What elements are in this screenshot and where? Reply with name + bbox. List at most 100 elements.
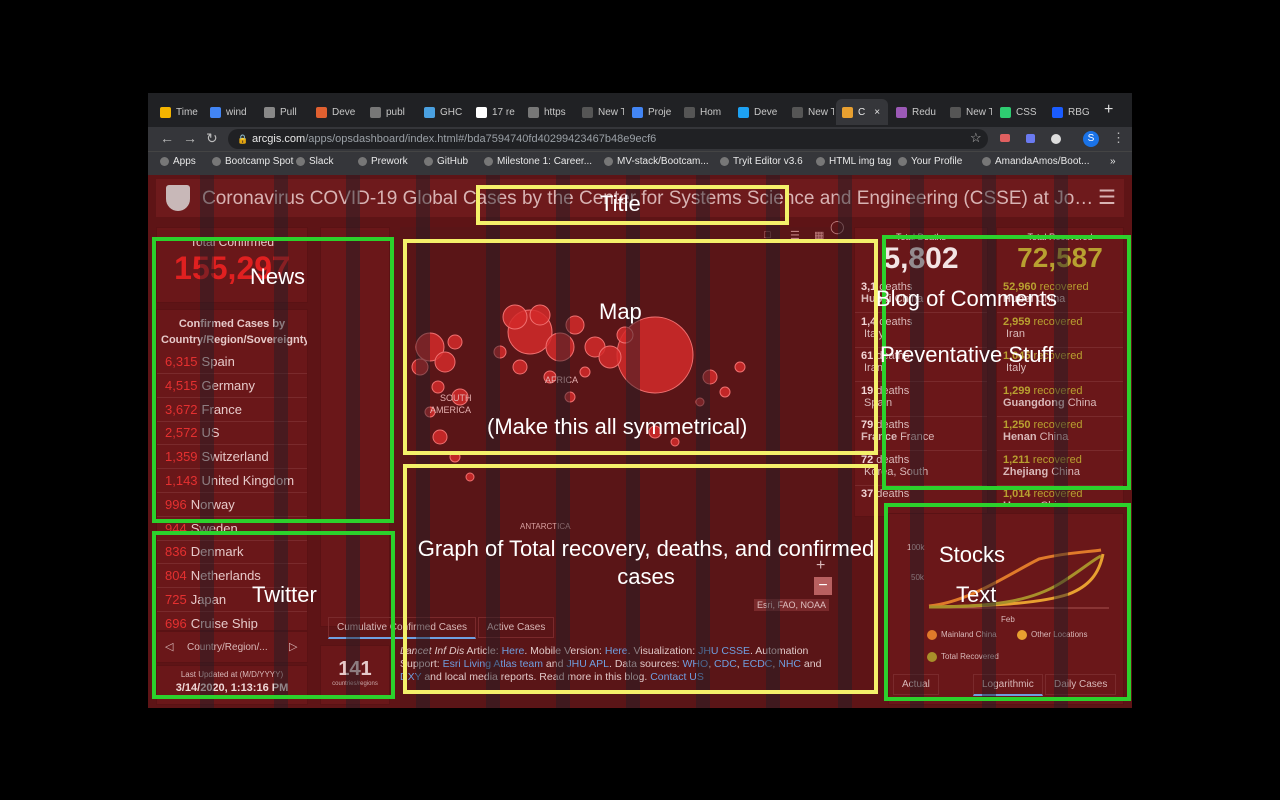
bookmark-label: Tryit Editor v3.6 (733, 156, 803, 167)
browser-tab[interactable]: New Tab (944, 99, 992, 125)
tab-favicon-icon (896, 106, 907, 118)
jhu-shield-icon (166, 185, 190, 211)
tab-favicon-icon (160, 106, 171, 118)
bookmark-item[interactable]: Bootcamp Spot (212, 156, 293, 167)
graph-annotation-label: Graph of Total recovery, deaths, and con… (417, 536, 875, 589)
tab-favicon-icon (842, 106, 853, 118)
browser-tab[interactable]: Proje (626, 99, 676, 125)
close-tab-icon[interactable]: × (874, 107, 880, 118)
browser-tab[interactable]: RBG (1046, 99, 1094, 125)
extension-icon[interactable] (1000, 134, 1010, 142)
title-annotation-label: Title (600, 191, 641, 216)
browser-tab[interactable]: New Tab (576, 99, 624, 125)
bookmark-item[interactable]: Slack (296, 156, 333, 167)
tab-label: New Tab (598, 106, 624, 118)
bookmark-favicon-icon (358, 157, 367, 166)
bookmark-item[interactable]: AmandaAmos/Boot... (982, 156, 1090, 167)
bookmark-item[interactable]: Tryit Editor v3.6 (720, 156, 803, 167)
bookmark-favicon-icon (212, 157, 221, 166)
tab-label: https (544, 106, 566, 118)
bookmark-favicon-icon (982, 157, 991, 166)
tab-favicon-icon (950, 106, 961, 118)
tab-label: Pull (280, 106, 297, 118)
browser-tab[interactable]: New Tab (786, 99, 834, 125)
lock-icon: 🔒 (237, 134, 249, 144)
reload-icon[interactable]: ↻ (206, 130, 218, 147)
bookmark-favicon-icon (898, 157, 907, 166)
extension-icon[interactable] (1026, 134, 1035, 143)
back-icon[interactable]: ← (160, 130, 174, 146)
browser-tab[interactable]: Deve (310, 99, 362, 125)
profile-avatar[interactable]: S (1083, 131, 1099, 147)
browser-tab[interactable]: C × (836, 99, 888, 125)
tab-label: GHC (440, 106, 463, 118)
hamburger-menu-icon[interactable]: ☰ (1098, 185, 1116, 210)
tab-strip: Time wind Pull Deve publ GHC 17 re https New Tab… (148, 93, 1132, 127)
tab-label: Time (176, 106, 198, 118)
bookmark-favicon-icon (424, 157, 433, 166)
browser-tab[interactable]: Time (154, 99, 202, 125)
bookmark-item[interactable]: Apps (160, 156, 196, 167)
browser-tab[interactable]: Pull (258, 99, 308, 125)
address-bar[interactable]: 🔒 arcgis.com/apps/opsdashboard/index.htm… (228, 129, 988, 149)
tab-label: New Tab (966, 106, 992, 118)
url-host: arcgis.com (252, 133, 306, 145)
bookmark-label: Your Profile (911, 156, 963, 167)
bookmark-favicon-icon (160, 157, 169, 166)
browser-tab[interactable]: Hom (678, 99, 730, 125)
tab-favicon-icon (792, 106, 803, 118)
browser-tab[interactable]: https (522, 99, 574, 125)
tab-favicon-icon (684, 106, 695, 118)
bookmark-label: AmandaAmos/Boot... (995, 156, 1090, 167)
tab-label: 17 re (492, 106, 515, 118)
browser-tab[interactable]: wind (204, 99, 256, 125)
browser-tab[interactable]: Deve (732, 99, 784, 125)
tab-label: Proje (648, 106, 672, 118)
forward-icon[interactable]: → (183, 130, 197, 146)
bookmark-favicon-icon (296, 157, 305, 166)
bookmark-item[interactable]: Milestone 1: Career... (484, 156, 592, 167)
bookmark-star-icon[interactable]: ☆ (970, 130, 982, 146)
bookmark-item[interactable]: Prework (358, 156, 408, 167)
tab-label: publ (386, 106, 405, 118)
tab-favicon-icon (582, 106, 593, 118)
news-annotation-label: News (250, 264, 306, 289)
tab-label: wind (226, 106, 247, 118)
tab-favicon-icon (738, 106, 749, 118)
browser-tab[interactable]: 17 re (470, 99, 520, 125)
bookmark-favicon-icon (484, 157, 493, 166)
twitter-annotation-box (152, 531, 395, 699)
bookmark-label: Slack (309, 156, 334, 167)
bookmark-label: Milestone 1: Career... (497, 156, 593, 167)
bookmark-item[interactable]: GitHub (424, 156, 468, 167)
bookmark-favicon-icon (816, 157, 825, 166)
url-path: /apps/opsdashboard/index.html#/bda759474… (305, 133, 657, 145)
bookmark-item[interactable]: MV-stack/Bootcam... (604, 156, 709, 167)
browser-toolbar: ← → ↻ 🔒 arcgis.com/apps/opsdashboard/ind… (148, 127, 1132, 151)
bookmarks-overflow[interactable]: » (1110, 156, 1116, 167)
tab-favicon-icon (1052, 106, 1063, 118)
tab-favicon-icon (632, 106, 643, 118)
new-tab-icon[interactable]: + (1104, 101, 1113, 119)
tab-favicon-icon (316, 106, 327, 118)
text-annotation-label: Text (956, 582, 997, 607)
map-annotation-label: Map (599, 299, 642, 324)
bookmark-favicon-icon (604, 157, 613, 166)
tab-favicon-icon (1000, 106, 1011, 118)
browser-tab[interactable]: publ (364, 99, 416, 125)
browser-tab[interactable]: GHC (418, 99, 468, 125)
tab-label: Redu (912, 106, 936, 118)
tab-favicon-icon (264, 106, 275, 118)
stocks-annotation-label: Stocks (939, 542, 1006, 567)
bookmark-item[interactable]: HTML img tag (816, 156, 891, 167)
tab-favicon-icon (424, 106, 435, 118)
tab-label: Deve (754, 106, 778, 118)
bookmark-item[interactable]: Your Profile (898, 156, 962, 167)
menu-kebab-icon[interactable]: ⋮ (1112, 130, 1125, 146)
tab-favicon-icon (210, 106, 221, 118)
browser-tab[interactable]: Redu (890, 99, 942, 125)
browser-tab[interactable]: CSS (994, 99, 1044, 125)
extension-icon[interactable] (1051, 134, 1061, 144)
tab-label: Hom (700, 106, 722, 118)
tab-label: New Tab (808, 106, 834, 118)
